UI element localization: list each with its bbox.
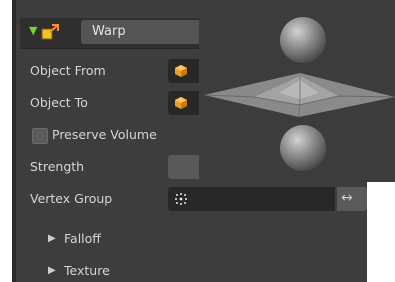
collapse-triangle-icon[interactable]: ▼ xyxy=(29,24,37,38)
strength-label: Strength xyxy=(30,159,85,174)
object-to-label: Object To xyxy=(30,95,88,110)
warp-from-sphere xyxy=(280,17,326,63)
vertex-group-field[interactable] xyxy=(168,187,335,211)
triangle-right-icon[interactable]: ▶ xyxy=(48,232,56,246)
falloff-subpanel-label[interactable]: Falloff xyxy=(64,231,101,247)
modifier-name: Warp xyxy=(92,24,126,39)
vertex-group-icon xyxy=(175,193,187,205)
warp-modifier-icon xyxy=(41,24,59,40)
panel-left-edge xyxy=(12,0,16,282)
preserve-volume-label: Preserve Volume xyxy=(52,127,157,142)
vertex-group-label: Vertex Group xyxy=(30,191,113,206)
texture-subpanel-label[interactable]: Texture xyxy=(64,263,110,279)
3d-viewport-preview xyxy=(199,0,395,182)
invert-arrows-icon: ↔ xyxy=(341,190,353,206)
preserve-volume-checkbox[interactable] xyxy=(32,128,48,144)
object-cube-icon xyxy=(175,97,187,109)
triangle-right-icon[interactable]: ▶ xyxy=(48,264,56,278)
object-from-label: Object From xyxy=(30,63,106,78)
warp-to-sphere xyxy=(280,125,326,171)
object-cube-icon xyxy=(175,65,187,77)
warp-modifier-screenshot: ▼ Warp Object From Object To Preserve Vo… xyxy=(0,0,395,282)
